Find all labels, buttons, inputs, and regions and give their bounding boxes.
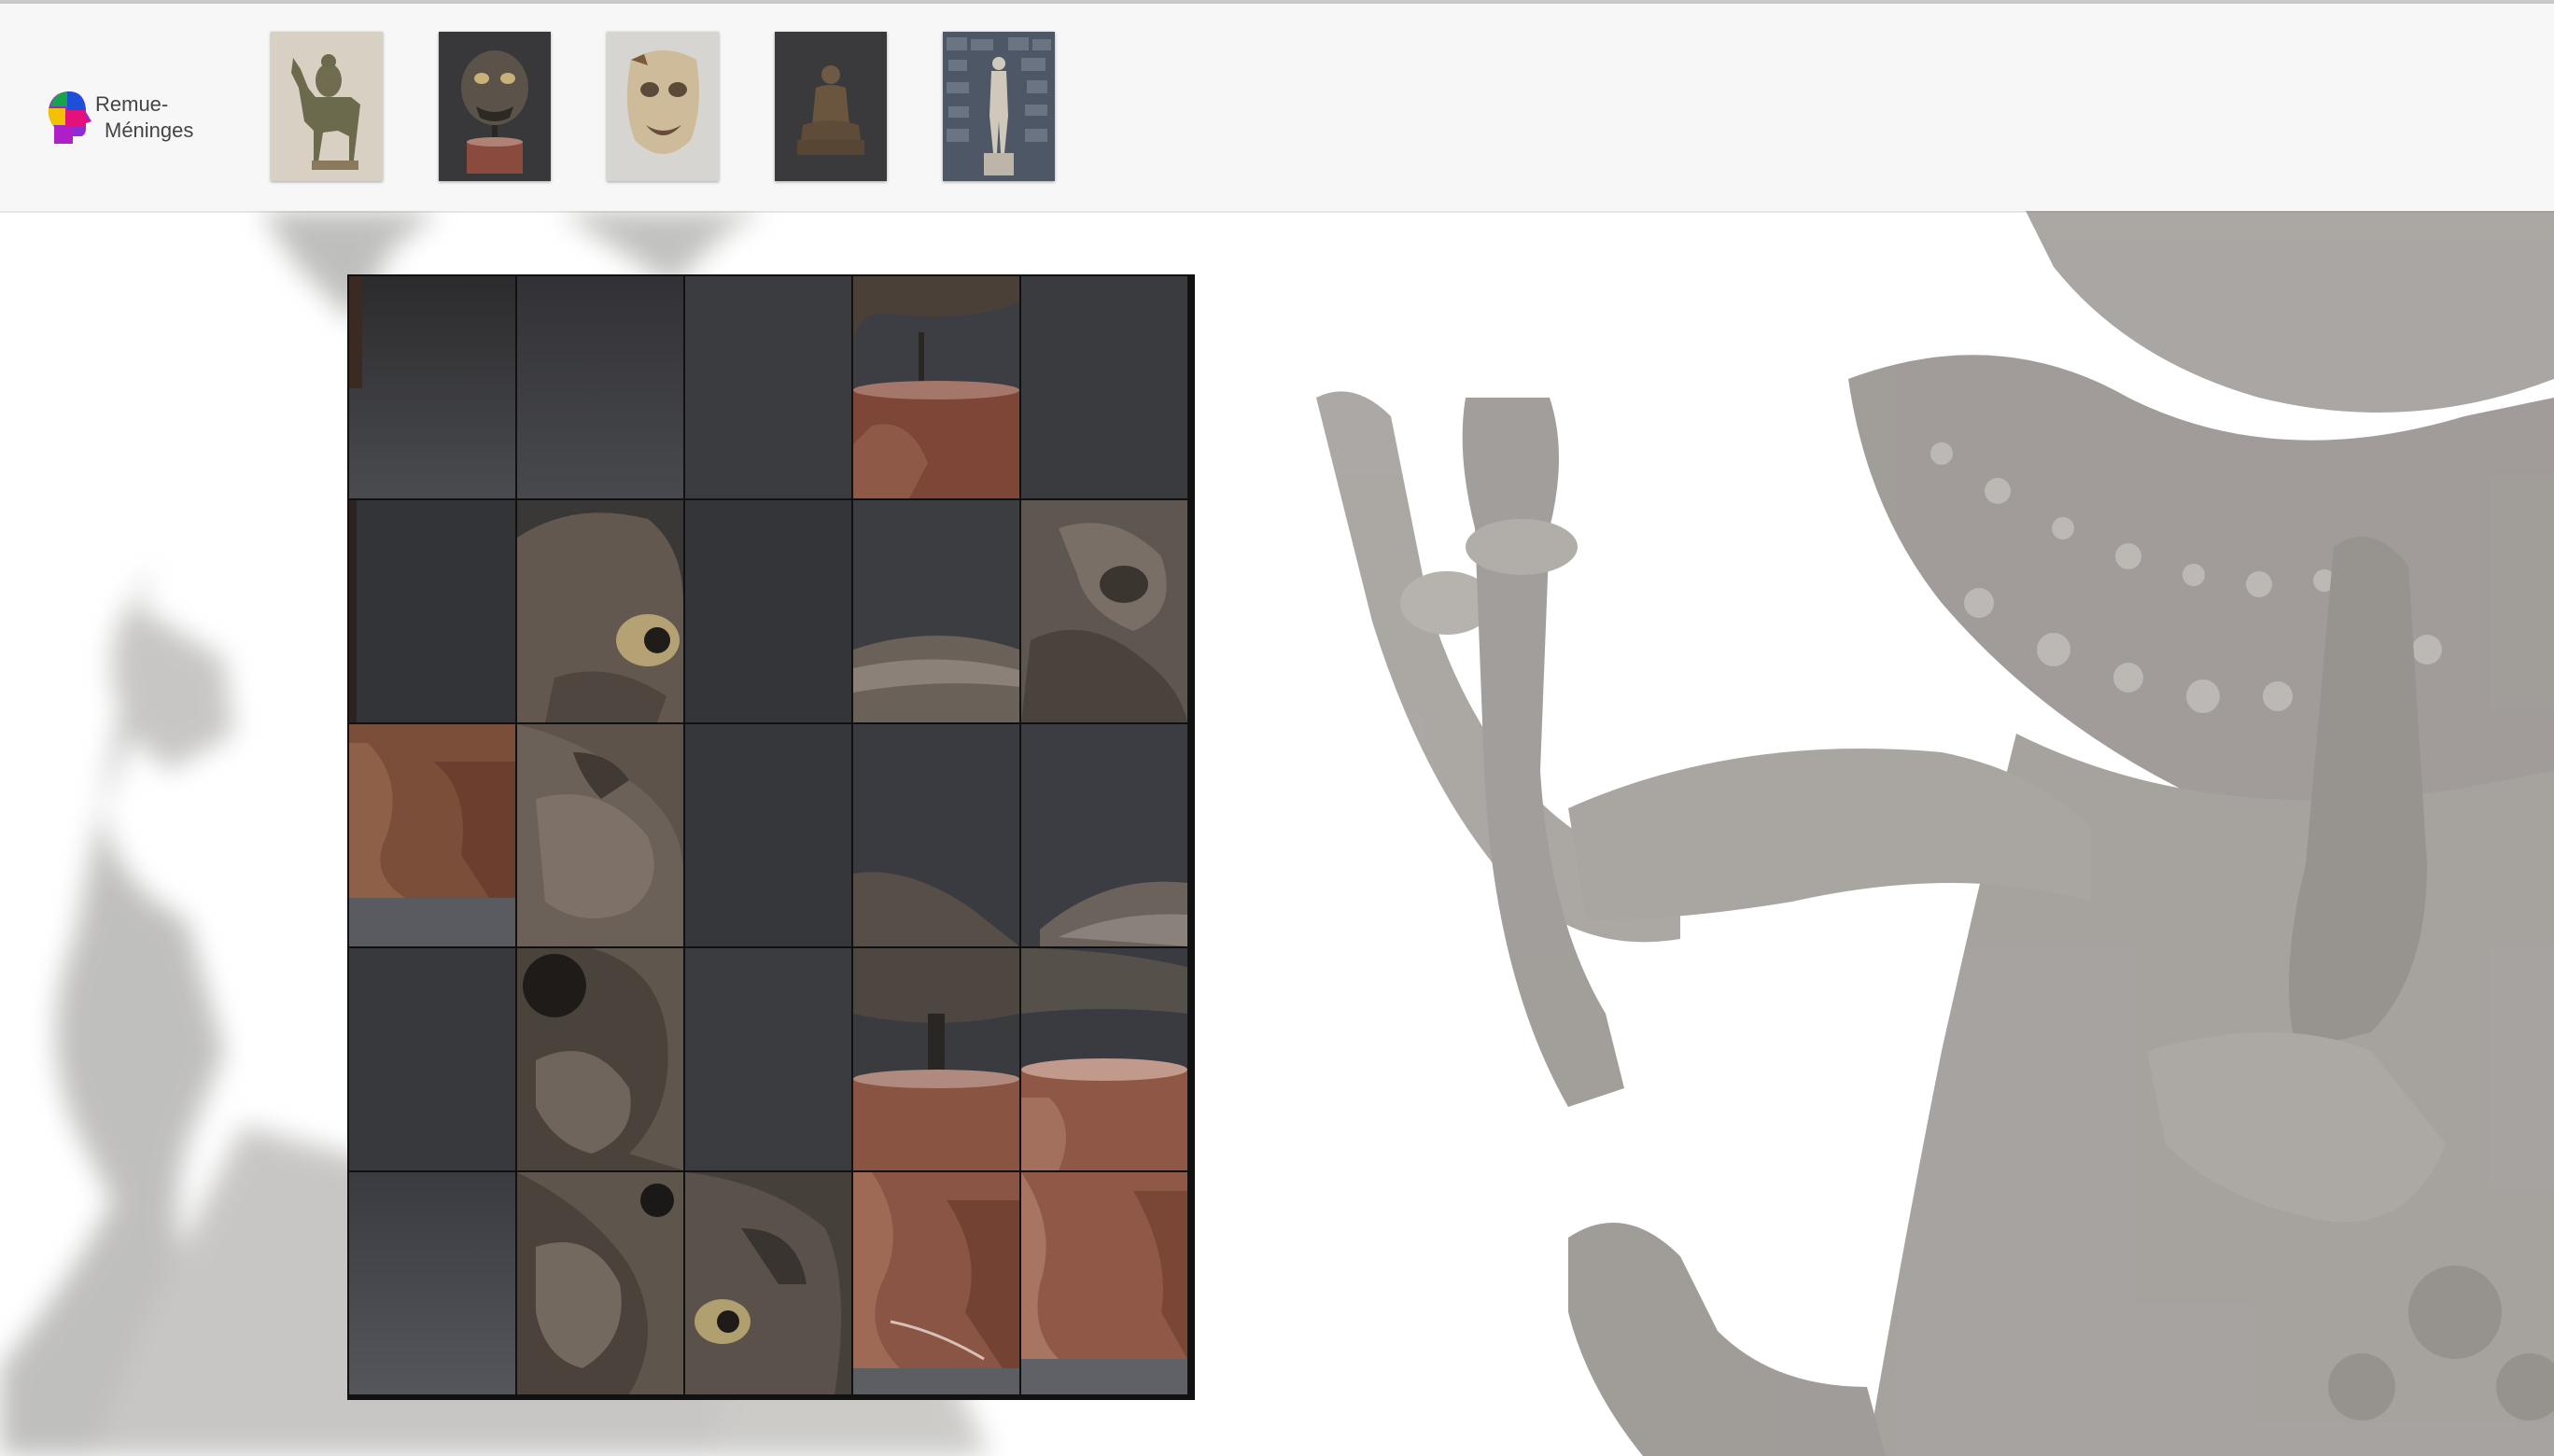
- puzzle-tile[interactable]: [517, 948, 683, 1170]
- puzzle-tile[interactable]: [853, 948, 1019, 1170]
- puzzle-tile[interactable]: [349, 1172, 515, 1394]
- thumbnail-seated-buddha[interactable]: [775, 32, 887, 181]
- puzzle-tile[interactable]: [1021, 1172, 1187, 1394]
- thumbnail-camel-rider[interactable]: [271, 32, 383, 181]
- puzzle-tile[interactable]: [685, 500, 851, 722]
- logo-line-2: Méninges: [105, 119, 194, 142]
- thumbnail-painted-mask[interactable]: [607, 32, 719, 181]
- puzzle-tile[interactable]: [853, 276, 1019, 498]
- standing-statue-image: [943, 32, 1055, 181]
- puzzle-tile[interactable]: [685, 724, 851, 946]
- background-faded-statue-right: [1288, 211, 2554, 1456]
- logo-text: Remue- Méninges: [95, 91, 193, 144]
- puzzle-tile[interactable]: [853, 500, 1019, 722]
- puzzle-tile[interactable]: [517, 276, 683, 498]
- puzzle-tile[interactable]: [349, 500, 515, 722]
- puzzle-tile[interactable]: [517, 1172, 683, 1394]
- puzzle-tile[interactable]: [685, 1172, 851, 1394]
- puzzle-tile[interactable]: [349, 724, 515, 946]
- remue-meninges-logo[interactable]: Remue- Méninges: [45, 88, 213, 162]
- puzzle-tile[interactable]: [1021, 724, 1187, 946]
- puzzle-tile[interactable]: [853, 724, 1019, 946]
- puzzle-tile[interactable]: [517, 500, 683, 722]
- puzzle-tile[interactable]: [1021, 276, 1187, 498]
- puzzle-tile[interactable]: [517, 724, 683, 946]
- sliding-puzzle-board: [347, 274, 1195, 1400]
- puzzle-tile[interactable]: [1021, 948, 1187, 1170]
- seated-buddha-image: [775, 32, 887, 181]
- puzzle-tile[interactable]: [685, 276, 851, 498]
- head-puzzle-icon: [49, 91, 91, 144]
- puzzle-tile[interactable]: [1021, 500, 1187, 722]
- thumbnail-standing-statue[interactable]: [943, 32, 1055, 181]
- thumbnail-demon-mask[interactable]: [439, 32, 551, 181]
- demon-mask-image: [439, 32, 551, 181]
- puzzle-tile[interactable]: [349, 276, 515, 498]
- puzzle-tile[interactable]: [685, 948, 851, 1170]
- puzzle-tile[interactable]: [853, 1172, 1019, 1394]
- faded-deity-statue-image: [1316, 211, 2554, 1456]
- painted-mask-image: [607, 32, 719, 181]
- puzzle-tile[interactable]: [349, 948, 515, 1170]
- header-bar: Remue- Méninges: [0, 4, 2554, 213]
- logo-line-1: Remue-: [95, 92, 169, 116]
- camel-rider-image: [271, 32, 383, 181]
